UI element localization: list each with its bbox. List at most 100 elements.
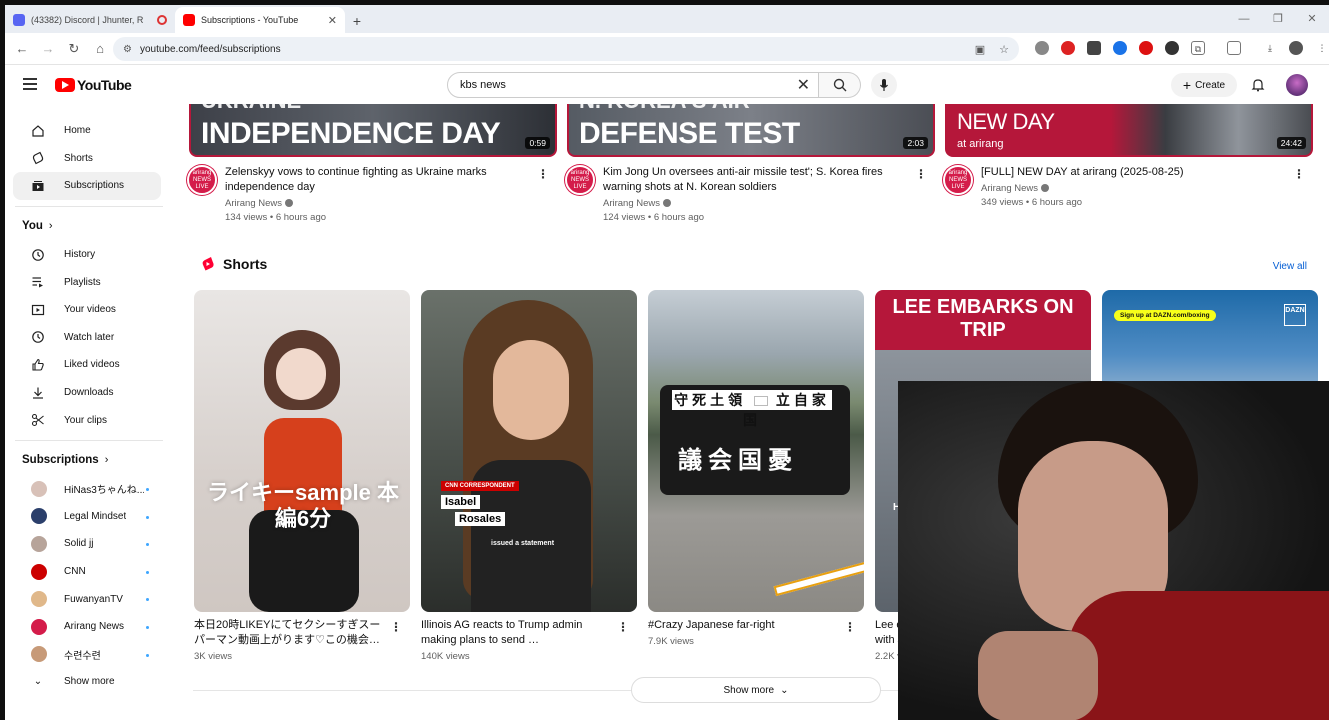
sidebar-subscription-item[interactable]: Solid jj [13, 530, 161, 558]
sidebar-item-watch-later[interactable]: Watch later [13, 324, 161, 352]
notifications-bell-icon[interactable] [1251, 78, 1265, 92]
short-card[interactable]: 守死土領 立自家国 議会国憂 #Crazy Japanese far-right… [648, 290, 864, 647]
channel-avatar[interactable]: arirang NEWS LIVE [565, 165, 595, 195]
channel-avatar[interactable]: arirang NEWS LIVE [187, 165, 217, 195]
bookmark-star-icon[interactable]: ☆ [999, 43, 1009, 56]
puzzle-icon[interactable]: ⧉ [1191, 41, 1205, 55]
youtube-logo[interactable]: YouTube [55, 77, 132, 93]
short-thumbnail[interactable]: CNN CORRESPONDENT Isabel Rosales issued … [421, 290, 637, 612]
sidebar-item-home[interactable]: Home [13, 117, 161, 145]
extension-icon[interactable] [1061, 41, 1075, 55]
create-button[interactable]: + Create [1171, 73, 1237, 97]
profile-avatar[interactable] [1289, 41, 1303, 55]
channel-name[interactable]: Arirang News [603, 198, 660, 209]
extension-icon[interactable] [1087, 41, 1101, 55]
extension-icon[interactable] [1113, 41, 1127, 55]
video-title[interactable]: Kim Jong Un oversees anti-air missile te… [603, 165, 888, 195]
sidebar-divider [15, 205, 163, 207]
more-options-icon[interactable]: ⋮ [915, 167, 927, 181]
extension-icon[interactable] [1139, 41, 1153, 55]
tab-title: (43382) Discord | Jhunter, R [31, 15, 144, 25]
view-all-link[interactable]: View all [1273, 261, 1307, 272]
video-card[interactable]: NEW DAY at arirang 24:42 arirang NEWS LI… [943, 104, 1313, 208]
forward-button[interactable]: → [35, 41, 61, 56]
install-app-icon[interactable]: ▣ [975, 43, 985, 56]
menu-icon[interactable]: ⋮ [1315, 41, 1329, 55]
search-button[interactable] [819, 72, 861, 98]
sidebar-item-liked-videos[interactable]: Liked videos [13, 351, 161, 379]
back-button[interactable]: ← [9, 41, 35, 56]
new-tab-button[interactable]: + [345, 9, 369, 33]
more-options-icon[interactable]: ⋮ [617, 620, 629, 634]
search-input[interactable]: kbs news ✕ [447, 72, 819, 98]
new-content-indicator [146, 598, 149, 602]
shorts-icon [32, 152, 44, 165]
home-button[interactable]: ⌂ [87, 41, 113, 56]
shield-icon[interactable] [1165, 41, 1179, 55]
sidebar-subscription-item[interactable]: Arirang News [13, 613, 161, 641]
sidebar-item-subscriptions[interactable]: Subscriptions [13, 172, 161, 200]
video-thumbnail[interactable]: NEW DAY at arirang 24:42 [945, 104, 1313, 157]
account-avatar[interactable] [1286, 74, 1308, 96]
more-options-icon[interactable]: ⋮ [1293, 167, 1305, 181]
sidebar-item-your-videos[interactable]: Your videos [13, 296, 161, 324]
short-title[interactable]: #Crazy Japanese far-right [648, 618, 838, 633]
short-card[interactable]: CNN CORRESPONDENT Isabel Rosales issued … [421, 290, 637, 662]
show-more-button[interactable]: Show more ⌄ [631, 677, 881, 703]
site-info-icon[interactable]: ⚙ [123, 44, 132, 55]
close-window-button[interactable]: ✕ [1295, 5, 1329, 33]
new-content-indicator [146, 487, 149, 491]
reload-button[interactable]: ↻ [61, 41, 87, 57]
maximize-button[interactable]: ❐ [1261, 5, 1295, 33]
duration-badge: 24:42 [1276, 137, 1306, 149]
sidebar-subscription-item[interactable]: CNN [13, 558, 161, 586]
sidebar-item-shorts[interactable]: Shorts [13, 145, 161, 173]
sidebar-show-more[interactable]: ⌄ Show more [13, 668, 161, 696]
video-card[interactable]: UKRAINE INDEPENDENCE DAY 0:59 arirang NE… [187, 104, 557, 223]
sidebar-subscription-item[interactable]: 수련수련 [13, 641, 161, 669]
sidebar-item-label: HiNas3ちゃんね... [64, 485, 144, 497]
short-title[interactable]: Illinois AG reacts to Trump admin making… [421, 618, 611, 648]
van-side-text: 議会国憂 [678, 447, 798, 474]
hamburger-menu-icon[interactable] [23, 78, 37, 90]
clear-search-icon[interactable]: ✕ [797, 75, 818, 95]
sidebar-you-header[interactable]: You › [5, 211, 165, 241]
address-bar[interactable]: ⚙ youtube.com/feed/subscriptions ▣ ☆ [113, 37, 1019, 61]
short-thumbnail[interactable]: ライキーsample 本編6分 [194, 290, 410, 612]
short-card[interactable]: ライキーsample 本編6分 本日20時LIKEYにてセクシーすぎスーパーマン… [194, 290, 410, 662]
more-options-icon[interactable]: ⋮ [537, 167, 549, 181]
dazn-signup-banner: Sign up at DAZN.com/boxing [1114, 310, 1216, 321]
video-thumbnail[interactable]: UKRAINE INDEPENDENCE DAY 0:59 [189, 104, 557, 157]
extension-icon[interactable] [1035, 41, 1049, 55]
tab-youtube[interactable]: Subscriptions - YouTube ✕ [175, 7, 345, 33]
sidebar-item-playlists[interactable]: Playlists [13, 268, 161, 296]
video-card[interactable]: N. KOREA'S AIR DEFENSE TEST 2:03 arirang… [565, 104, 935, 223]
sidebar-item-label: Playlists [64, 276, 101, 288]
short-overlay-text: LEE EMBARKS ON TRIP [892, 296, 1074, 341]
download-icon[interactable]: ⤓ [1263, 41, 1277, 55]
short-thumbnail[interactable]: 守死土領 立自家国 議会国憂 [648, 290, 864, 612]
channel-name[interactable]: Arirang News [225, 198, 282, 209]
cast-icon[interactable] [1227, 41, 1241, 55]
sidebar-subscription-item[interactable]: HiNas3ちゃんね... [13, 475, 161, 503]
minimize-button[interactable]: — [1227, 5, 1261, 33]
sidebar-subscriptions-header[interactable]: Subscriptions › [5, 445, 165, 475]
channel-avatar[interactable]: arirang NEWS LIVE [943, 165, 973, 195]
close-icon[interactable]: ✕ [328, 14, 337, 27]
video-title[interactable]: Zelenskyy vows to continue fighting as U… [225, 165, 510, 195]
more-options-icon[interactable]: ⋮ [844, 620, 856, 634]
channel-name[interactable]: Arirang News [981, 183, 1038, 194]
chevron-down-icon: ⌄ [33, 676, 43, 688]
voice-search-button[interactable] [871, 72, 897, 98]
sidebar-item-downloads[interactable]: Downloads [13, 379, 161, 407]
sidebar-item-history[interactable]: History [13, 241, 161, 269]
new-content-indicator [146, 543, 149, 547]
sidebar-item-your-clips[interactable]: Your clips [13, 406, 161, 434]
short-title[interactable]: 本日20時LIKEYにてセクシーすぎスーパーマン動画上がります♡この機会… [194, 618, 384, 648]
more-options-icon[interactable]: ⋮ [390, 620, 402, 634]
video-thumbnail[interactable]: N. KOREA'S AIR DEFENSE TEST 2:03 [567, 104, 935, 157]
tab-discord[interactable]: (43382) Discord | Jhunter, R [5, 7, 175, 33]
sidebar-subscription-item[interactable]: Legal Mindset [13, 503, 161, 531]
sidebar-subscription-item[interactable]: FuwanyanTV [13, 585, 161, 613]
video-title[interactable]: [FULL] NEW DAY at arirang (2025-08-25) [981, 165, 1266, 180]
